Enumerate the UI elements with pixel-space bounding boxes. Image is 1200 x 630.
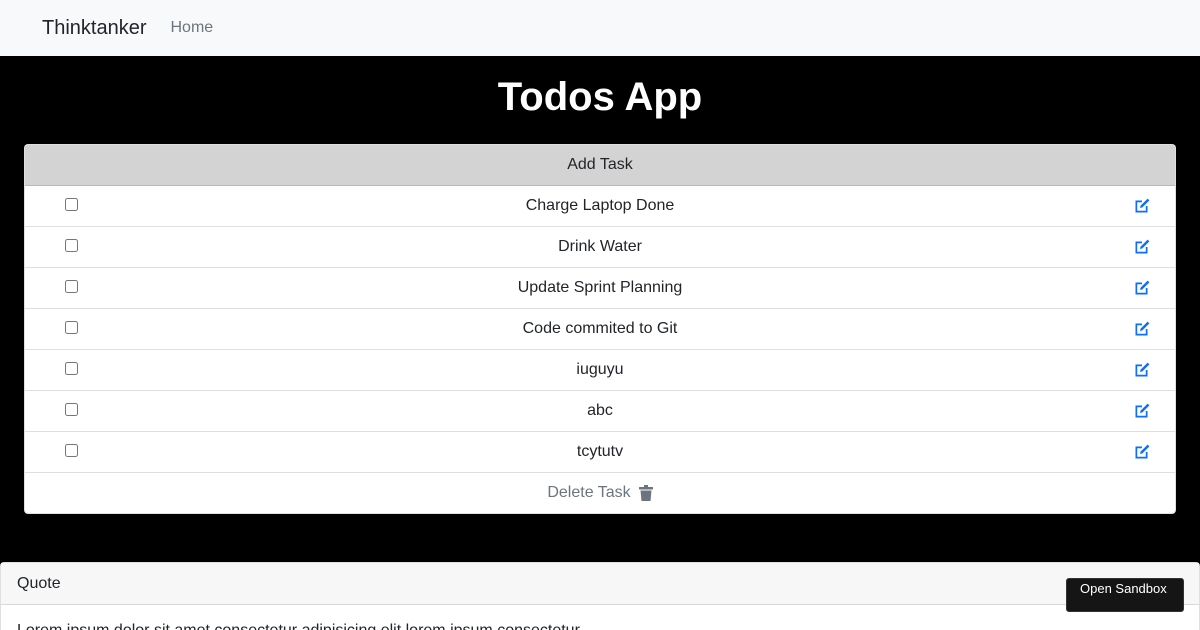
task-row: Code commited to Git	[25, 309, 1175, 350]
task-checkbox[interactable]	[65, 403, 78, 416]
edit-icon[interactable]	[1133, 402, 1151, 420]
task-checkbox[interactable]	[65, 198, 78, 211]
page-title: Todos App	[497, 75, 703, 119]
delete-task-label: Delete Task	[547, 484, 631, 501]
task-row: iuguyu	[25, 350, 1175, 391]
add-task-button[interactable]: Add Task	[25, 145, 1175, 186]
delete-task-button[interactable]: Delete Task	[25, 473, 1175, 513]
task-row: abc	[25, 391, 1175, 432]
todo-card: Add Task Charge Laptop Done Drink Water …	[24, 144, 1176, 514]
task-checkbox[interactable]	[65, 444, 78, 457]
nav-link-home[interactable]: Home	[171, 19, 214, 37]
task-row: tcytutv	[25, 432, 1175, 473]
task-text: Code commited to Git	[522, 320, 678, 337]
task-text: iuguyu	[576, 361, 624, 378]
task-checkbox[interactable]	[65, 321, 78, 334]
edit-icon[interactable]	[1133, 320, 1151, 338]
trash-icon	[638, 485, 653, 501]
edit-icon[interactable]	[1133, 279, 1151, 297]
navbar: Thinktanker Home	[0, 0, 1200, 56]
navbar-brand[interactable]: Thinktanker	[42, 17, 147, 40]
quote-card: Quote Lorem ipsum dolor sit amet consect…	[0, 562, 1200, 630]
task-text: Drink Water	[558, 238, 642, 255]
task-checkbox[interactable]	[65, 362, 78, 375]
task-row: Drink Water	[25, 227, 1175, 268]
task-text: tcytutv	[576, 443, 624, 460]
task-row: Update Sprint Planning	[25, 268, 1175, 309]
edit-icon[interactable]	[1133, 238, 1151, 256]
edit-icon[interactable]	[1133, 443, 1151, 461]
task-checkbox[interactable]	[65, 239, 78, 252]
quote-header: Quote	[1, 563, 1199, 605]
task-text: abc	[587, 402, 613, 419]
task-row: Charge Laptop Done	[25, 186, 1175, 227]
task-checkbox[interactable]	[65, 280, 78, 293]
main-section: Todos App Add Task Charge Laptop Done Dr…	[0, 56, 1200, 562]
task-text: Charge Laptop Done	[525, 197, 675, 214]
open-sandbox-button[interactable]: Open Sandbox	[1066, 578, 1184, 612]
quote-body: Lorem ipsum dolor sit amet consectetur a…	[1, 605, 1199, 630]
edit-icon[interactable]	[1133, 197, 1151, 215]
task-text: Update Sprint Planning	[517, 279, 683, 296]
edit-icon[interactable]	[1133, 361, 1151, 379]
